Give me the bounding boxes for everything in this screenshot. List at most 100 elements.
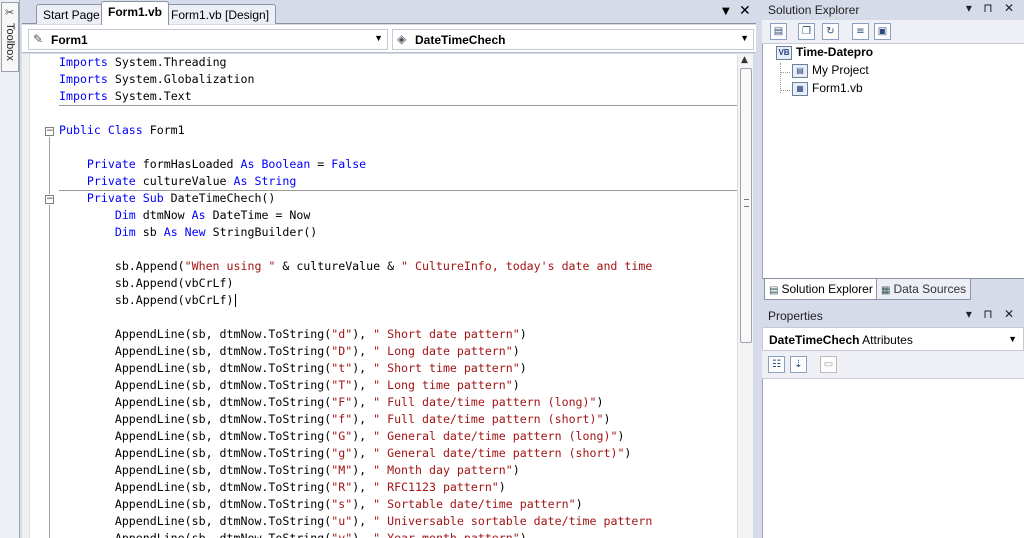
code-line[interactable]: Imports System.Globalization [59, 71, 740, 88]
code-line[interactable] [59, 105, 740, 122]
code-line[interactable]: AppendLine(sb, dtmNow.ToString("f"), " F… [59, 411, 740, 428]
code-token: sb.Append( [59, 259, 185, 273]
tab-label: Solution Explorer [781, 282, 873, 296]
string-token: " General date/time pattern (long)" [373, 429, 618, 443]
keyword-token: Private [86, 157, 136, 171]
alphabetical-icon[interactable]: ⇣ [790, 356, 807, 373]
code-line[interactable]: AppendLine(sb, dtmNow.ToString("T"), " L… [59, 377, 740, 394]
code-line[interactable]: AppendLine(sb, dtmNow.ToString("R"), " R… [59, 479, 740, 496]
toolbox-label: Toolbox [4, 23, 16, 61]
code-line[interactable]: sb.Append("When using " & cultureValue &… [59, 258, 740, 275]
code-line[interactable] [59, 139, 740, 156]
code-line[interactable]: sb.Append(vbCrLf) [59, 275, 740, 292]
code-line[interactable]: Private Sub DateTimeChech() [59, 190, 740, 207]
code-token: AppendLine(sb, dtmNow.ToString( [59, 395, 332, 409]
string-token: "When using " [184, 259, 276, 273]
method-name-combo[interactable]: ◈ DateTimeChech ▼ [392, 29, 754, 50]
tab-solution-explorer[interactable]: ▤ Solution Explorer [764, 279, 878, 300]
code-line[interactable]: Public Class Form1 [59, 122, 740, 139]
tree-item-form1[interactable]: ▦ Form1.vb [792, 81, 863, 98]
code-line[interactable] [59, 309, 740, 326]
code-token: ) [512, 344, 520, 358]
code-line[interactable]: Private formHasLoaded As Boolean = False [59, 156, 740, 173]
solution-explorer-icon: ▤ [769, 285, 779, 296]
code-line[interactable]: Imports System.Text [59, 88, 740, 105]
string-token: "t" [331, 361, 353, 375]
code-text[interactable]: Imports System.Threading Imports System.G… [59, 54, 740, 538]
code-token: ) [603, 412, 611, 426]
editor-vertical-scrollbar[interactable]: ▲ [737, 54, 753, 538]
code-token: dtmNow [135, 208, 192, 222]
tab-form1-vb[interactable]: Form1.vb [101, 1, 170, 25]
code-token: ), [352, 480, 374, 494]
refresh-icon[interactable]: ↻ [822, 23, 839, 40]
show-all-files-icon[interactable]: ❐ [798, 23, 815, 40]
code-token: ), [352, 327, 374, 341]
code-line[interactable]: AppendLine(sb, dtmNow.ToString("s"), " S… [59, 496, 740, 513]
explorer-tab-strip: ▤ Solution Explorer ▦ Data Sources [762, 278, 1024, 300]
keyword-token: False [331, 157, 367, 171]
string-token: "u" [331, 514, 353, 528]
toolbox-tab[interactable]: ✂ Toolbox [1, 2, 19, 72]
code-line[interactable]: AppendLine(sb, dtmNow.ToString("D"), " L… [59, 343, 740, 360]
code-line[interactable]: AppendLine(sb, dtmNow.ToString("y"), " Y… [59, 530, 740, 538]
scroll-up-icon[interactable]: ▲ [741, 55, 748, 65]
code-line[interactable]: AppendLine(sb, dtmNow.ToString("M"), " M… [59, 462, 740, 479]
tab-form1-design[interactable]: Form1.vb [Design] [164, 4, 277, 24]
collapse-class-icon[interactable]: − [45, 127, 54, 136]
collapse-sub-icon[interactable]: − [45, 195, 54, 204]
string-token: " Full date/time pattern (long)" [373, 395, 597, 409]
code-line[interactable]: Private cultureValue As String [59, 173, 740, 190]
data-sources-icon: ▦ [881, 285, 891, 296]
string-token: "R" [331, 480, 353, 494]
code-token: ), [352, 378, 374, 392]
tab-list-dropdown-icon[interactable]: ▼ [722, 6, 730, 17]
code-line[interactable]: AppendLine(sb, dtmNow.ToString("u"), " U… [59, 513, 740, 530]
string-token: "T" [331, 378, 353, 392]
panel-window-buttons[interactable]: ▾ ⊓ ✕ [966, 1, 1018, 15]
view-code-icon[interactable]: ≡ [852, 23, 869, 40]
grip-icon [744, 199, 749, 207]
code-line[interactable]: AppendLine(sb, dtmNow.ToString("d"), " S… [59, 326, 740, 343]
code-line[interactable]: AppendLine(sb, dtmNow.ToString("t"), " S… [59, 360, 740, 377]
properties-object-selector[interactable]: DateTimeChech Attributes ▼ [762, 327, 1024, 351]
panel-window-buttons[interactable]: ▾ ⊓ ✕ [966, 307, 1018, 321]
code-editor[interactable]: − − Imports System.Threading Imports Syst… [22, 54, 740, 538]
properties-title: Properties [768, 309, 823, 323]
keyword-token: Dim [114, 208, 136, 222]
property-pages-icon[interactable]: ▭ [820, 356, 837, 373]
code-token: ) [575, 497, 583, 511]
string-token: " Short date pattern" [373, 327, 520, 341]
toolbox-icon: ✂ [5, 6, 15, 19]
keyword-token: Private Sub [86, 191, 164, 205]
code-line[interactable]: AppendLine(sb, dtmNow.ToString("F"), " F… [59, 394, 740, 411]
categorized-icon[interactable]: ☷ [768, 356, 785, 373]
string-token: " Long time pattern" [373, 378, 513, 392]
property-grid[interactable] [762, 379, 1024, 538]
string-token: "G" [331, 429, 353, 443]
class-name-combo[interactable]: ✎ Form1 ▼ [28, 29, 388, 50]
code-line[interactable]: Dim dtmNow As DateTime = Now [59, 207, 740, 224]
code-line[interactable]: Dim sb As New StringBuilder() [59, 224, 740, 241]
code-line[interactable]: AppendLine(sb, dtmNow.ToString("G"), " G… [59, 428, 740, 445]
outline-line [49, 205, 50, 538]
code-line[interactable] [59, 241, 740, 258]
tab-data-sources[interactable]: ▦ Data Sources [876, 279, 972, 300]
tree-item-project[interactable]: VB Time-Datepro [776, 45, 873, 62]
code-token: AppendLine(sb, dtmNow.ToString( [59, 429, 332, 443]
code-line[interactable]: sb.Append(vbCrLf) [59, 292, 740, 309]
scroll-thumb[interactable] [740, 68, 752, 343]
code-token: DateTime = Now [205, 208, 311, 222]
code-line[interactable]: Imports System.Threading [59, 54, 740, 71]
string-token: "D" [331, 344, 353, 358]
close-document-icon[interactable]: ✕ [739, 3, 751, 19]
code-token: ) [512, 378, 520, 392]
code-line[interactable]: AppendLine(sb, dtmNow.ToString("g"), " G… [59, 445, 740, 462]
code-token: AppendLine(sb, dtmNow.ToString( [59, 514, 332, 528]
properties-icon[interactable]: ▤ [770, 23, 787, 40]
tree-item-my-project[interactable]: ▤ My Project [792, 63, 869, 80]
tab-start-page[interactable]: Start Page [36, 4, 107, 24]
view-designer-icon[interactable]: ▣ [874, 23, 891, 40]
